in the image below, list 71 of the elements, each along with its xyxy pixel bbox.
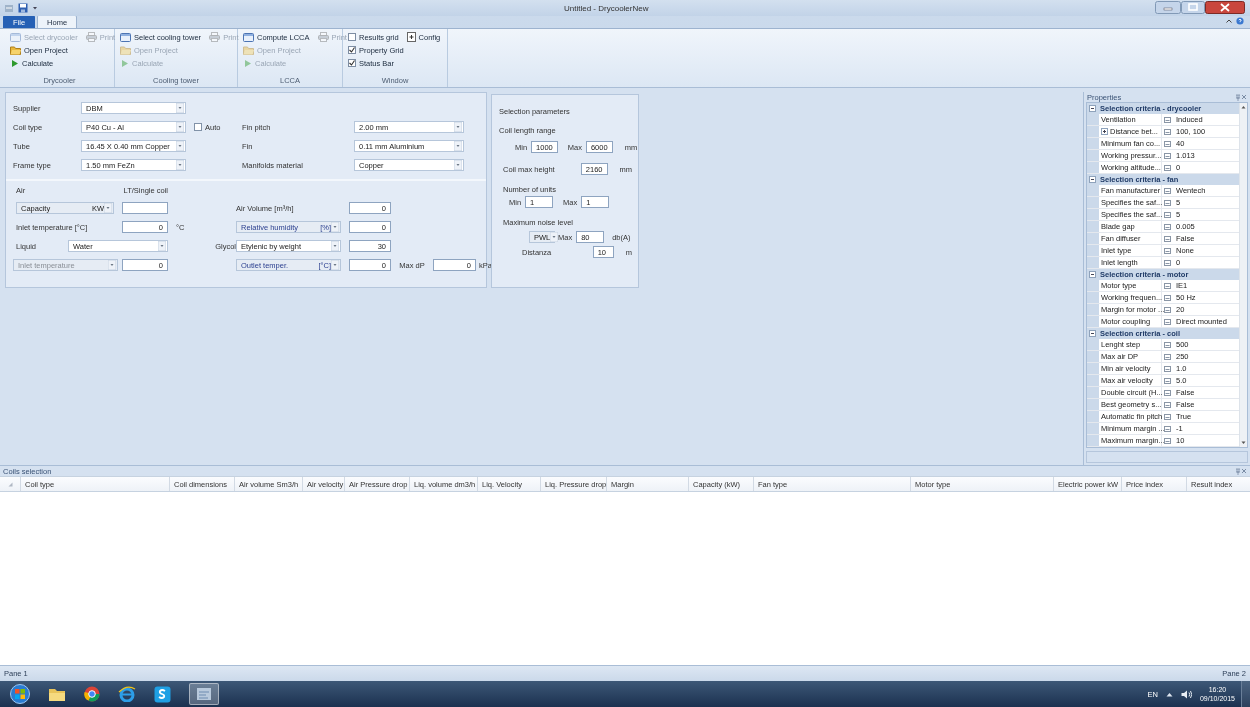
play-icon	[10, 58, 19, 68]
printer-icon	[317, 32, 329, 42]
property-icon	[1164, 282, 1171, 289]
collapse-icon[interactable]	[1089, 271, 1096, 278]
property-icon	[1164, 140, 1171, 147]
folder-icon	[120, 45, 131, 55]
property-icon	[1164, 389, 1171, 396]
caret-icon[interactable]	[1165, 691, 1173, 697]
caret-icon[interactable]	[1225, 17, 1233, 25]
property-icon	[1164, 294, 1171, 301]
expand-icon[interactable]	[1101, 128, 1108, 135]
play-icon	[243, 58, 252, 68]
document-icon	[406, 32, 416, 42]
start-icon[interactable]	[10, 684, 30, 704]
play-icon	[120, 58, 129, 68]
check-icon	[349, 60, 355, 66]
pin-icon[interactable]	[1235, 93, 1241, 101]
property-icon	[1164, 199, 1171, 206]
window-icon	[243, 32, 254, 42]
property-icon	[1164, 152, 1171, 159]
folder-icon	[243, 45, 254, 55]
printer-icon	[85, 32, 97, 42]
scrollbar[interactable]	[1239, 103, 1247, 447]
property-icon	[1164, 353, 1171, 360]
property-icon	[1164, 365, 1171, 372]
taskbar-button[interactable]	[189, 683, 219, 705]
sort-icon	[8, 482, 13, 487]
save-icon[interactable]	[18, 3, 28, 13]
close-icon[interactable]	[1205, 0, 1245, 14]
property-icon	[1164, 318, 1171, 325]
globe-icon[interactable]	[118, 686, 136, 702]
app-icon	[196, 686, 212, 702]
property-icon	[1164, 259, 1171, 266]
browser-icon[interactable]	[84, 686, 100, 702]
property-icon	[1164, 235, 1171, 242]
folder-icon[interactable]	[48, 686, 66, 702]
speaker-icon[interactable]	[1180, 689, 1192, 699]
collapse-icon[interactable]	[1089, 105, 1096, 112]
property-icon	[1164, 437, 1171, 444]
help-icon[interactable]	[1236, 17, 1244, 25]
property-icon	[1164, 128, 1171, 135]
property-icon	[1164, 116, 1171, 123]
property-icon	[1164, 377, 1171, 384]
scroll-down-icon[interactable]	[1241, 441, 1246, 445]
property-icon	[1164, 306, 1171, 313]
property-icon	[1164, 341, 1171, 348]
check-icon	[349, 47, 355, 53]
window-title: Untitled - DrycoolerNew	[564, 3, 650, 13]
collapse-icon[interactable]	[1089, 176, 1096, 183]
property-icon	[1164, 401, 1171, 408]
input-field[interactable]	[122, 202, 168, 214]
property-icon	[1164, 164, 1171, 171]
property-icon	[1164, 247, 1171, 254]
property-icon	[1164, 187, 1171, 194]
window-icon	[10, 32, 21, 42]
minimize-icon[interactable]	[1155, 0, 1181, 14]
caret-icon[interactable]	[32, 5, 38, 11]
folder-icon	[10, 45, 21, 55]
property-icon	[1164, 223, 1171, 230]
collapse-icon[interactable]	[1089, 330, 1096, 337]
scroll-up-icon[interactable]	[1241, 105, 1246, 109]
show-desktop-button[interactable]	[1241, 681, 1250, 707]
app-icon	[4, 3, 14, 13]
pin-icon[interactable]	[1235, 467, 1241, 475]
window-icon	[120, 32, 131, 42]
maximize-icon[interactable]	[1181, 0, 1205, 14]
property-icon	[1164, 211, 1171, 218]
property-icon	[1164, 425, 1171, 432]
chat-icon[interactable]	[154, 685, 171, 703]
printer-icon	[209, 32, 221, 42]
property-icon	[1164, 413, 1171, 420]
